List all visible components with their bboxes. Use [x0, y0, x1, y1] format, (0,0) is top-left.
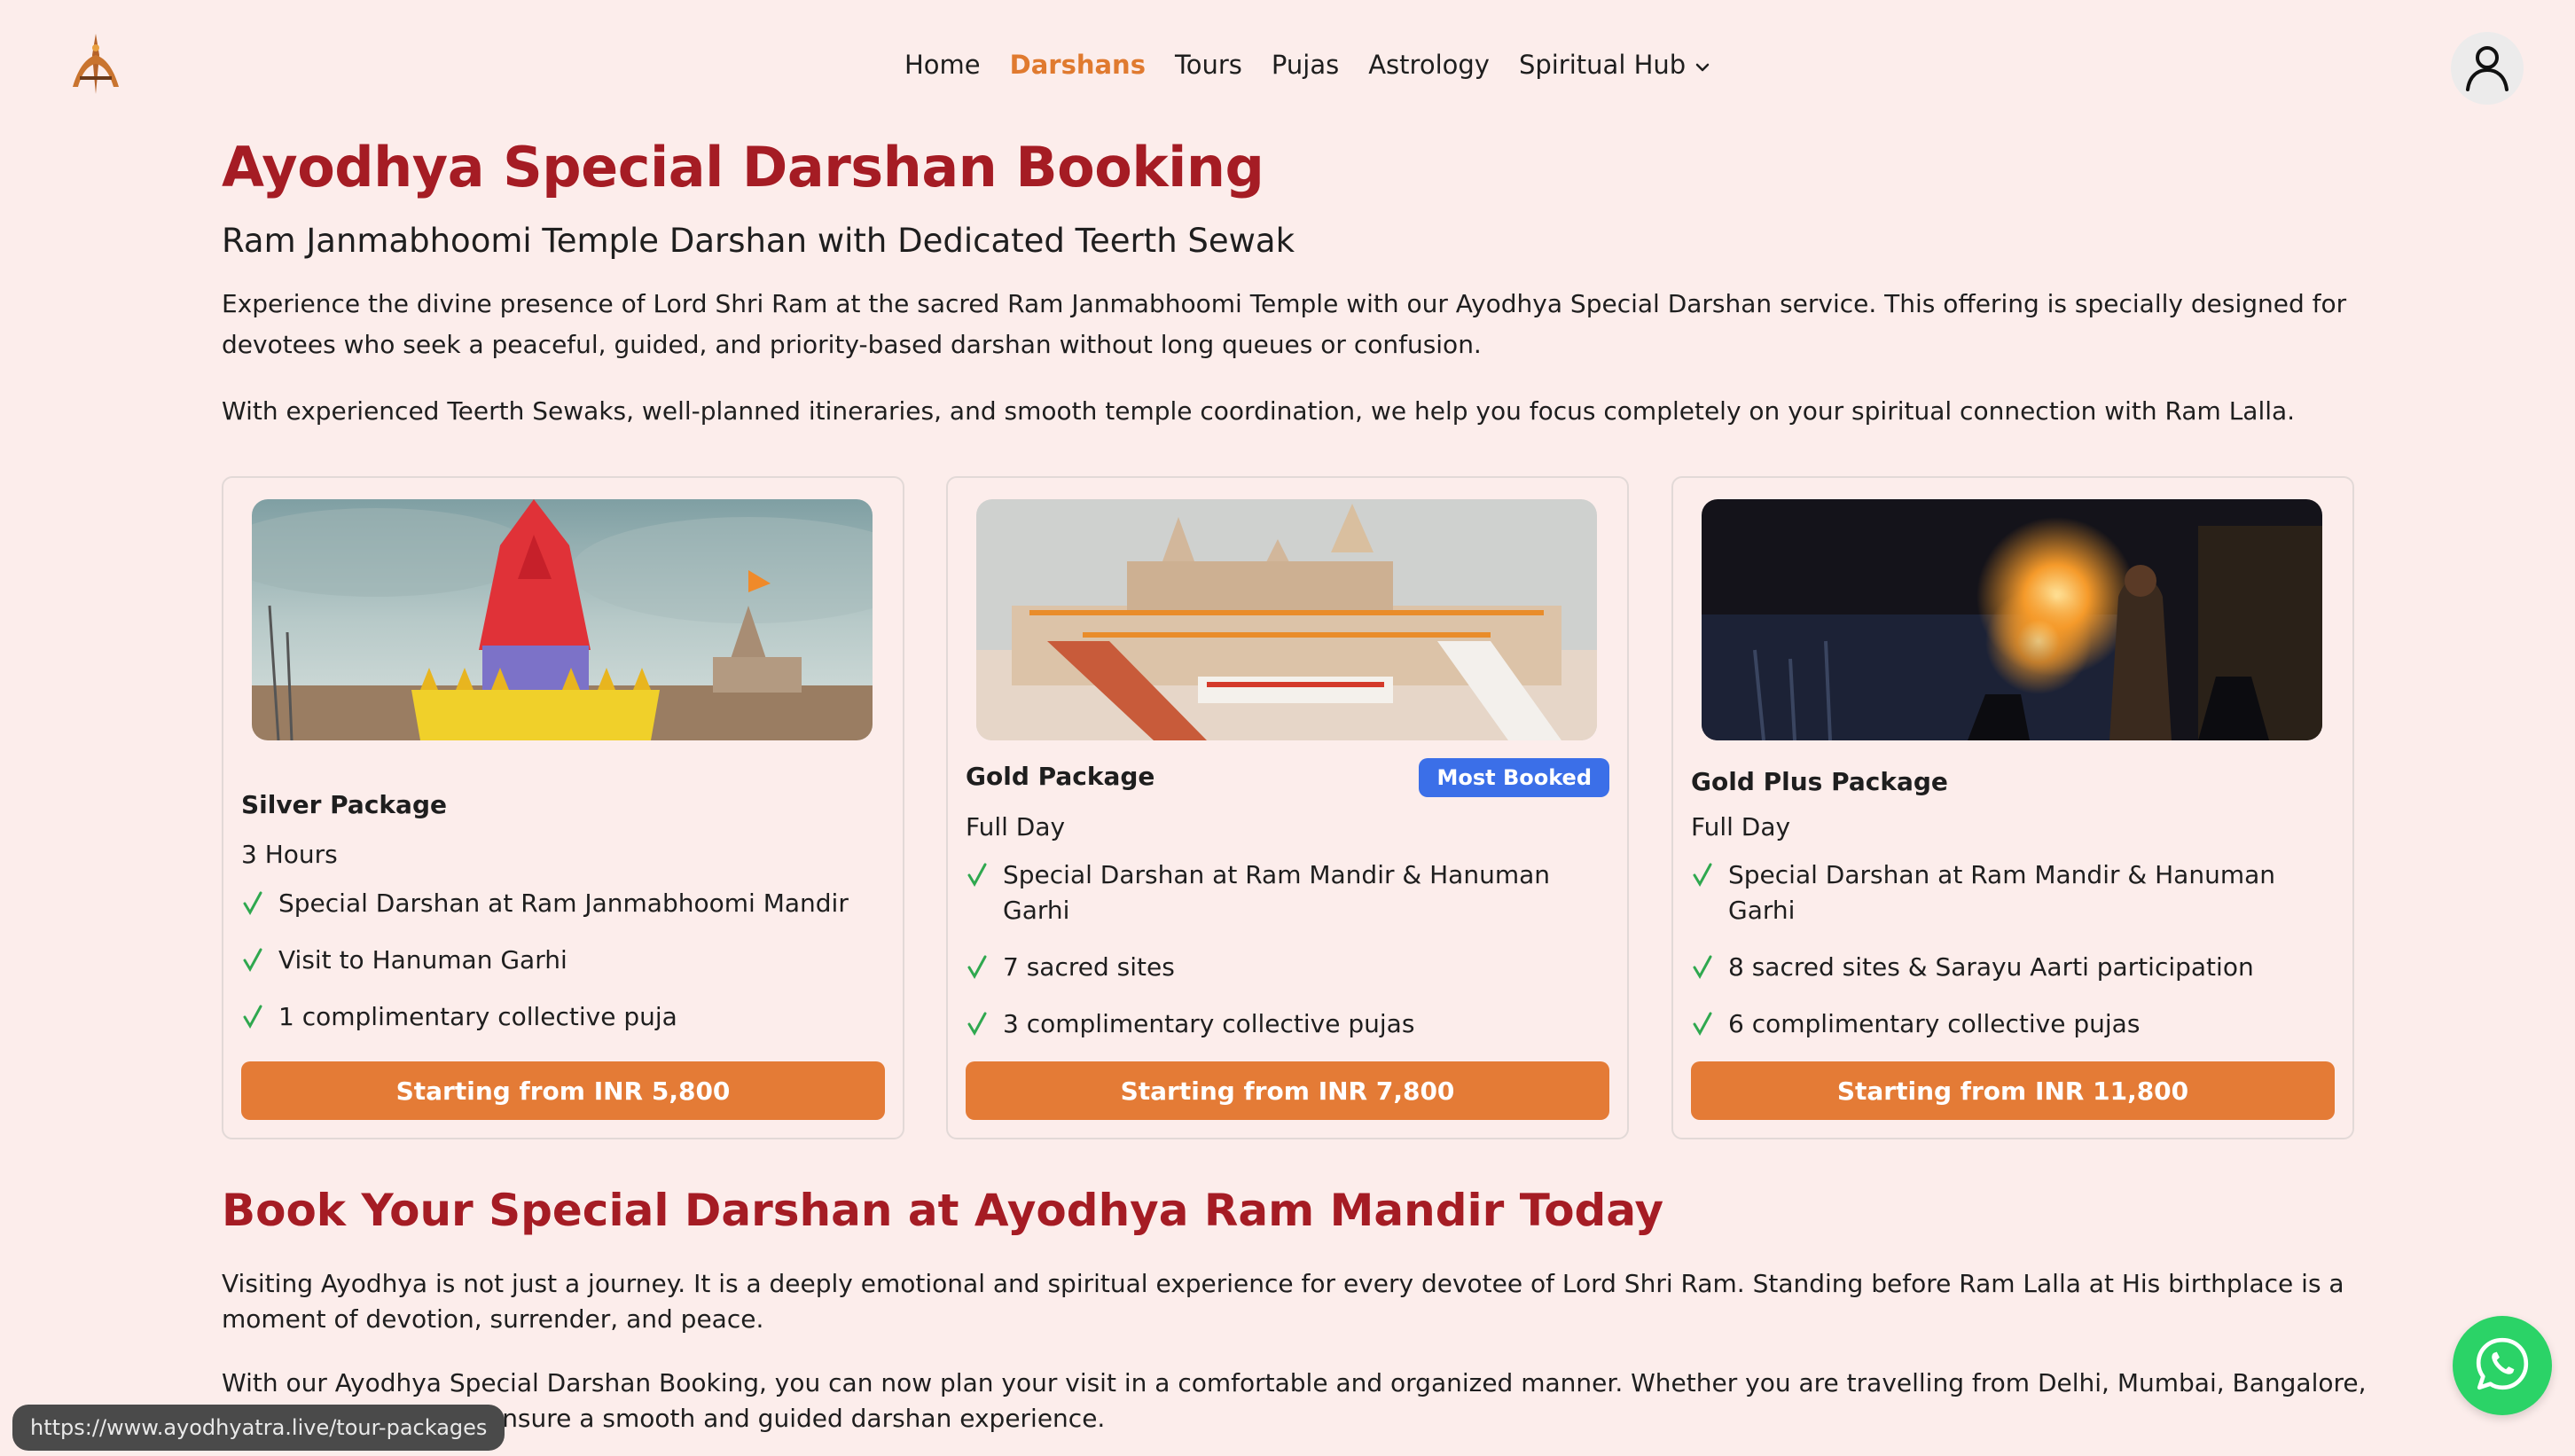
check-icon [1691, 953, 1714, 980]
package-image-silver [252, 499, 873, 740]
intro-paragraph-2: With experienced Teerth Sewaks, well-pla… [222, 396, 2296, 426]
package-card-silver[interactable]: Silver Package 3 Hours Special Darshan a… [222, 476, 904, 1139]
feature-item: Special Darshan at Ram Mandir & Hanuman … [966, 857, 1586, 928]
page-subtitle: Ram Janmabhoomi Temple Darshan with Dedi… [222, 222, 1295, 260]
booking-section-title: Book Your Special Darshan at Ayodhya Ram… [222, 1185, 1664, 1236]
feature-item: 8 sacred sites & Sarayu Aarti participat… [1691, 950, 2312, 985]
package-card-gold[interactable]: Gold Package Most Booked Full Day Specia… [946, 476, 1629, 1139]
account-button[interactable] [2451, 32, 2524, 105]
nav-astrology[interactable]: Astrology [1368, 50, 1490, 80]
most-booked-badge: Most Booked [1419, 758, 1609, 797]
check-icon [241, 889, 264, 916]
page-title: Ayodhya Special Darshan Booking [222, 135, 1264, 200]
package-image-gold-plus [1702, 499, 2322, 740]
package-name: Silver Package [241, 790, 447, 819]
feature-item: 6 complimentary collective pujas [1691, 1006, 2312, 1042]
price-button-gold[interactable]: Starting from INR 7,800 [966, 1061, 1609, 1120]
feature-item: Special Darshan at Ram Janmabhoomi Mandi… [241, 886, 862, 921]
nav-darshans[interactable]: Darshans [1010, 50, 1146, 80]
check-icon [966, 861, 989, 888]
feature-item: 1 complimentary collective puja [241, 999, 862, 1035]
package-card-gold-plus[interactable]: Gold Plus Package Full Day Special Darsh… [1671, 476, 2354, 1139]
booking-paragraph-2: With our Ayodhya Special Darshan Booking… [222, 1368, 2367, 1433]
feature-item: 3 complimentary collective pujas [966, 1006, 1586, 1042]
check-icon [1691, 861, 1714, 888]
feature-item: Visit to Hanuman Garhi [241, 943, 862, 978]
booking-paragraph-1: Visiting Ayodhya is not just a journey. … [222, 1269, 2344, 1334]
whatsapp-icon [2473, 1335, 2532, 1397]
feature-list: Special Darshan at Ram Mandir & Hanuman … [1691, 857, 2312, 1063]
price-button-gold-plus[interactable]: Starting from INR 11,800 [1691, 1061, 2335, 1120]
package-duration: Full Day [966, 812, 1066, 842]
package-image-gold [976, 499, 1597, 740]
nav-tours[interactable]: Tours [1175, 50, 1242, 80]
chevron-down-icon [1691, 55, 1714, 78]
user-icon [2461, 40, 2514, 97]
whatsapp-button[interactable] [2453, 1316, 2552, 1415]
nav-pujas[interactable]: Pujas [1272, 50, 1339, 80]
main-nav: Home Darshans Tours Pujas Astrology Spir… [904, 50, 1714, 80]
nav-home[interactable]: Home [904, 50, 981, 80]
check-icon [966, 953, 989, 980]
feature-item: Special Darshan at Ram Mandir & Hanuman … [1691, 857, 2312, 928]
intro-paragraph-1: Experience the divine presence of Lord S… [222, 289, 2347, 359]
feature-item: 7 sacred sites [966, 950, 1586, 985]
package-duration: 3 Hours [241, 840, 338, 869]
check-icon [1691, 1010, 1714, 1037]
status-bar-url: https://www.ayodhyatra.live/tour-package… [12, 1405, 505, 1451]
nav-spiritual-hub-label: Spiritual Hub [1518, 50, 1687, 80]
package-duration: Full Day [1691, 812, 1791, 842]
feature-list: Special Darshan at Ram Mandir & Hanuman … [966, 857, 1586, 1063]
price-button-silver[interactable]: Starting from INR 5,800 [241, 1061, 885, 1120]
trishul-logo-icon[interactable] [60, 28, 131, 99]
check-icon [241, 1003, 264, 1029]
package-name: Gold Plus Package [1691, 767, 1948, 796]
check-icon [241, 946, 264, 973]
package-name: Gold Package [966, 762, 1155, 791]
check-icon [966, 1010, 989, 1037]
feature-list: Special Darshan at Ram Janmabhoomi Mandi… [241, 886, 862, 1056]
nav-spiritual-hub[interactable]: Spiritual Hub [1519, 50, 1714, 80]
